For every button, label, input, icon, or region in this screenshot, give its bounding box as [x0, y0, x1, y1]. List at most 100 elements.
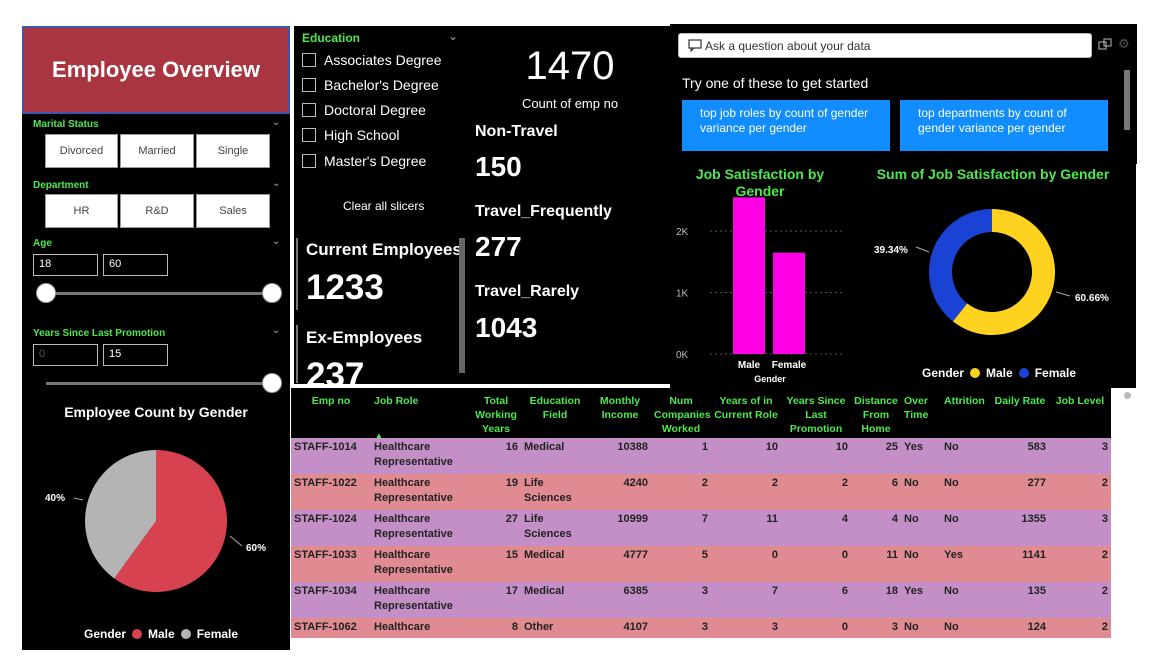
qa-search-input[interactable]: Ask a question about your data — [678, 33, 1092, 58]
table-cell: STAFF-1024 — [291, 510, 371, 546]
age-min-input[interactable]: 18 — [33, 254, 98, 276]
table-cell: Yes — [901, 438, 941, 474]
column-header[interactable]: Education Field — [521, 392, 589, 438]
donut-legend: Gender Male Female — [922, 366, 1076, 380]
donut-slice-female[interactable] — [929, 209, 992, 322]
table-cell: STAFF-1033 — [291, 546, 371, 582]
table-cell: 1141 — [991, 546, 1049, 582]
column-header[interactable]: Num Companies Worked — [651, 392, 711, 438]
department-sales-button[interactable]: Sales — [196, 194, 270, 228]
checkbox[interactable] — [302, 154, 316, 168]
table-row[interactable]: STAFF-1024 Healthcare Representative 27 Lif… — [291, 510, 1111, 546]
education-option[interactable]: Associates Degree — [302, 52, 442, 68]
column-header[interactable]: Daily Rate — [991, 392, 1049, 438]
department-hr-button[interactable]: HR — [45, 194, 118, 228]
table-cell: 10999 — [589, 510, 651, 546]
table-cell: Healthcare Representative — [371, 546, 471, 582]
column-header[interactable]: Years of in Current Role — [711, 392, 781, 438]
marital-single-button[interactable]: Single — [196, 134, 270, 168]
chevron-down-icon[interactable]: ⌄ — [272, 325, 280, 336]
education-option[interactable]: Master's Degree — [302, 153, 426, 169]
kpi-count-value: 1470 — [525, 44, 615, 88]
y-tick-label: 2K — [676, 227, 689, 238]
kpi-current-label: Current Employees — [306, 240, 462, 259]
y-tick-label: 1K — [676, 289, 689, 300]
table-cell: No — [941, 582, 991, 618]
table-cell: 6385 — [589, 582, 651, 618]
legend-male-dot — [970, 368, 981, 378]
checkbox[interactable] — [302, 53, 316, 67]
table-cell: 1 — [651, 438, 711, 474]
gear-icon[interactable]: ⚙ — [1118, 36, 1130, 52]
qa-suggestion-departments[interactable]: top departments by count of gender varia… — [900, 100, 1108, 151]
sort-ascending-icon[interactable]: ▲ — [375, 431, 383, 440]
age-slider-min-handle[interactable] — [36, 283, 56, 303]
column-header[interactable]: Monthly Income — [589, 392, 651, 438]
education-option[interactable]: Doctoral Degree — [302, 102, 426, 118]
education-label: Education — [302, 31, 361, 45]
table-cell: 10 — [711, 438, 781, 474]
promotion-max-input[interactable]: 15 — [103, 344, 168, 366]
checkbox[interactable] — [302, 78, 316, 92]
age-slider-track[interactable] — [46, 292, 272, 295]
table-row[interactable]: STAFF-1014 Healthcare Representative 16 Med… — [291, 438, 1111, 474]
table-cell: 2 — [781, 474, 851, 510]
column-header[interactable]: Distance From Home — [851, 392, 901, 438]
table-cell: Yes — [901, 582, 941, 618]
qa-scrollbar[interactable] — [1124, 70, 1130, 130]
chevron-down-icon[interactable]: ⌄ — [272, 178, 280, 189]
table-cell: 4 — [851, 510, 901, 546]
promotion-min-input[interactable]: 0 — [33, 344, 98, 366]
table-scroll-dot[interactable] — [1124, 392, 1131, 399]
table-cell: Healthcare Representative — [371, 474, 471, 510]
column-header[interactable]: Years Since Last Promotion — [781, 392, 851, 438]
table-cell: 10388 — [589, 438, 651, 474]
table-row[interactable]: STAFF-1033 Healthcare Representative 15 Med… — [291, 546, 1111, 582]
kpi-non-travel-value: 150 — [475, 151, 522, 182]
column-header[interactable]: Emp no — [291, 392, 371, 438]
table-cell: 11 — [851, 546, 901, 582]
table-row[interactable]: STAFF-1034 Healthcare Representative 17 Med… — [291, 582, 1111, 618]
table-cell: 19 — [471, 474, 521, 510]
share-icon[interactable] — [1098, 38, 1112, 52]
education-option[interactable]: High School — [302, 127, 400, 143]
chevron-down-icon[interactable]: ⌄ — [448, 29, 458, 43]
kpi-ex-label: Ex-Employees — [306, 328, 423, 347]
table-cell: 3 — [1049, 510, 1111, 546]
table-cell: 7 — [711, 582, 781, 618]
checkbox[interactable] — [302, 128, 316, 142]
department-rd-button[interactable]: R&D — [120, 194, 194, 228]
column-header[interactable]: Job Level — [1049, 392, 1111, 438]
table-cell: 15 — [471, 546, 521, 582]
bar-female[interactable] — [773, 252, 805, 354]
marital-married-button[interactable]: Married — [120, 134, 194, 168]
table-row[interactable]: STAFF-1062 Healthcare 8 Other 4107 3 3 0 3 No No 12… — [291, 618, 1111, 638]
chevron-down-icon[interactable]: ⌄ — [272, 236, 280, 247]
age-label: Age — [33, 238, 52, 249]
kpi-travel-frequently-label: Travel_Frequently — [475, 203, 612, 220]
checkbox[interactable] — [302, 103, 316, 117]
clear-slicers-button[interactable]: Clear all slicers — [343, 199, 424, 213]
bar-male[interactable] — [733, 197, 765, 354]
promotion-slider-max-handle[interactable] — [262, 373, 282, 393]
age-slider-max-handle[interactable] — [262, 283, 282, 303]
legend-title: Gender — [922, 366, 965, 380]
column-header[interactable]: Job Role — [371, 392, 471, 438]
education-option[interactable]: Bachelor's Degree — [302, 77, 439, 93]
marital-divorced-button[interactable]: Divorced — [45, 134, 118, 168]
qa-suggestion-job-roles[interactable]: top job roles by count of gender varianc… — [682, 100, 890, 151]
promotion-label: Years Since Last Promotion — [33, 328, 166, 339]
chevron-down-icon[interactable]: ⌄ — [272, 117, 280, 128]
column-header[interactable]: Attrition — [941, 392, 991, 438]
age-max-input[interactable]: 60 — [103, 254, 168, 276]
employee-gender-pie-chart: 60% 40% — [45, 450, 266, 592]
table-row[interactable]: STAFF-1022 Healthcare Representative 19 Lif… — [291, 474, 1111, 510]
scrollbar[interactable] — [459, 238, 465, 373]
table-cell: 0 — [781, 546, 851, 582]
kpi-travel-rarely-value: 1043 — [475, 312, 538, 343]
column-header[interactable]: Over Time — [901, 392, 941, 438]
column-header[interactable]: Total Working Years — [471, 392, 521, 438]
table-cell: 25 — [851, 438, 901, 474]
table-cell: Life Sciences — [521, 474, 589, 510]
promotion-slider-track[interactable] — [46, 382, 272, 385]
